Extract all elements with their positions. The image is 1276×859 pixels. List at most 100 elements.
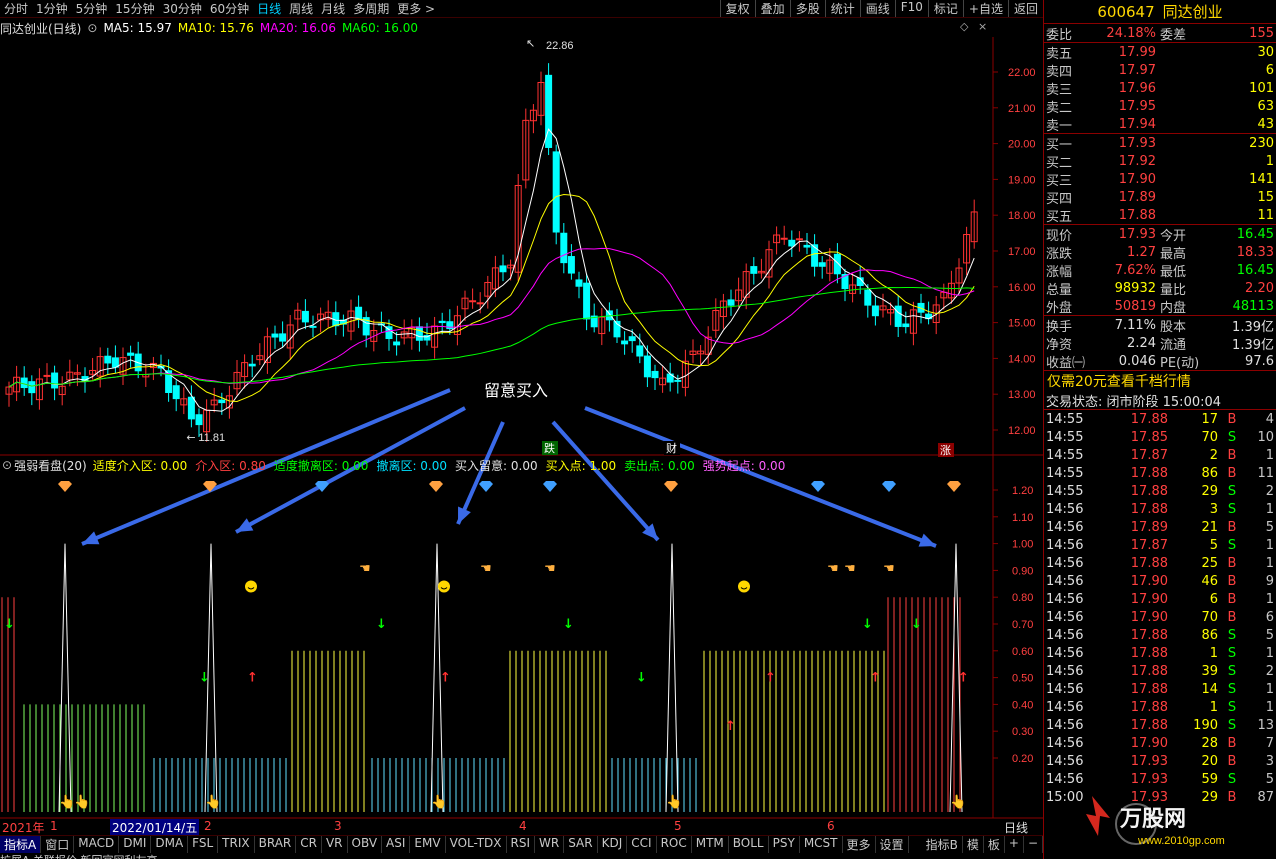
candle <box>514 173 522 282</box>
candle-body <box>803 244 811 248</box>
tick-direction: B <box>1227 573 1237 589</box>
diamond-icon <box>429 481 443 484</box>
indicator-tab[interactable]: 指标A <box>0 835 42 853</box>
indicator-tab[interactable]: CR <box>296 835 322 853</box>
tick-count: 10 <box>1257 429 1274 445</box>
candle <box>742 263 750 310</box>
tick-direction: S <box>1227 501 1237 517</box>
indicator-tab-button[interactable]: + <box>1005 835 1024 853</box>
candle <box>28 375 36 406</box>
candle-body <box>727 299 735 306</box>
tick-price: 17.88 <box>1130 411 1168 427</box>
kline-chart[interactable]: 22.0021.0020.0019.0018.0017.0016.0015.00… <box>0 0 1043 835</box>
candle-body <box>583 282 591 320</box>
indicator-tab-button[interactable]: 模 <box>963 835 984 853</box>
bid-volume: 15 <box>1257 189 1274 205</box>
tick-direction: S <box>1227 627 1237 643</box>
stats2-list: 换手 7.11% 股本 1.39亿 净资 2.24 流通 1.39亿 收益㈠ 0.046 PE(动)… <box>1044 316 1276 371</box>
indicator-tab[interactable]: FSL <box>188 835 219 853</box>
candle-body <box>575 279 583 287</box>
indicator-tab[interactable]: ROC <box>657 835 692 853</box>
indicator-tab[interactable]: VR <box>322 835 348 853</box>
candle <box>484 275 492 309</box>
indicator-tab-button[interactable]: 板 <box>984 835 1005 853</box>
tick-row: 14:56 17.87 5 S 1 <box>1044 536 1276 554</box>
upgrade-note[interactable]: 仅需20元查看千档行情 <box>1044 371 1276 391</box>
ask-price: 17.97 <box>1118 62 1156 78</box>
indicator-axis-label: 0.20 <box>1012 753 1033 765</box>
candle <box>560 223 568 274</box>
indicator-tab[interactable]: DMA <box>151 835 189 853</box>
indicator-tab[interactable]: MCST <box>800 835 843 853</box>
indicator-tab[interactable]: EMV <box>410 835 446 853</box>
quote-header: 600647 同达创业 <box>1044 0 1276 24</box>
tick-time: 14:56 <box>1046 609 1084 625</box>
tick-direction: S <box>1227 483 1237 499</box>
candle <box>750 257 758 285</box>
tick-count: 13 <box>1257 717 1274 733</box>
candle <box>788 230 796 257</box>
indicator-tab-button[interactable]: − <box>1024 835 1043 853</box>
tick-count: 7 <box>1265 735 1274 751</box>
stat-label: 净资 <box>1046 337 1073 353</box>
bid-label: 买一 <box>1046 137 1073 153</box>
candle <box>165 359 173 402</box>
candle-body <box>628 336 636 342</box>
hand-icon: 👆 <box>431 794 447 810</box>
indicator-tab[interactable]: VOL-TDX <box>446 835 507 853</box>
tick-count: 5 <box>1265 627 1274 643</box>
tick-count: 1 <box>1265 447 1274 463</box>
low-label: 11.81 <box>198 432 225 444</box>
diamond-icon <box>811 484 825 492</box>
price-axis-label: 21.00 <box>1008 103 1036 115</box>
period-label: 日线 <box>1004 821 1029 835</box>
candle <box>20 366 28 396</box>
indicator-tab[interactable]: TRIX <box>218 835 255 853</box>
indicator-tab[interactable]: RSI <box>507 835 536 853</box>
indicator-tab[interactable]: 设置 <box>876 835 909 853</box>
price-axis-label: 20.00 <box>1008 139 1036 151</box>
diamond-icon <box>947 481 961 484</box>
indicator-tab[interactable]: SAR <box>564 835 598 853</box>
up-arrow-icon: ↑ <box>958 671 969 686</box>
indicator-tab[interactable]: KDJ <box>598 835 628 853</box>
tick-volume: 1 <box>1209 645 1218 661</box>
stat-label: 股本 <box>1160 319 1187 335</box>
tick-volume: 70 <box>1201 429 1218 445</box>
stat-row: 净资 2.24 流通 1.39亿 <box>1044 334 1276 353</box>
indicator-tab[interactable]: 更多 <box>843 835 876 853</box>
stat-value: 16.45 <box>1236 262 1274 278</box>
stat-label: 今开 <box>1160 228 1187 244</box>
indicator-tab[interactable]: PSY <box>769 835 800 853</box>
indicator-tab[interactable]: BOLL <box>729 835 769 853</box>
up-arrow-icon: ↑ <box>870 671 881 686</box>
indicator-tab[interactable]: DMI <box>119 835 152 853</box>
tick-volume: 20 <box>1201 753 1218 769</box>
tick-volume: 39 <box>1201 663 1218 679</box>
indicator-tab[interactable]: CCI <box>627 835 657 853</box>
settings-circle-icon[interactable]: ⊙ <box>2 458 12 472</box>
tick-direction: B <box>1227 591 1237 607</box>
indicator-tab[interactable]: 窗口 <box>41 835 75 853</box>
indicator-tab[interactable]: ASI <box>382 835 411 853</box>
price-axis-label: 15.00 <box>1008 318 1036 330</box>
stat-value: 50819 <box>1114 298 1156 314</box>
indicator-tab[interactable]: OBV <box>348 835 383 853</box>
candle <box>970 199 978 249</box>
indicator-tab[interactable]: MTM <box>692 835 729 853</box>
candle-body <box>833 253 841 275</box>
candle <box>666 362 674 392</box>
indicator-tab-button[interactable]: 指标B <box>922 835 963 853</box>
tick-time: 14:56 <box>1046 519 1084 535</box>
ask-list: 卖五 17.99 30 卖四 17.97 6 卖三 17.96 101 卖二 17.95 63 卖一 17… <box>1044 43 1276 134</box>
thumb-icon: ☚ <box>827 562 839 577</box>
indicator-tab[interactable]: WR <box>535 835 565 853</box>
tick-time: 14:56 <box>1046 591 1084 607</box>
down-arrow-icon: ↓ <box>862 617 873 632</box>
tick-time: 14:56 <box>1046 627 1084 643</box>
tick-volume: 46 <box>1201 573 1218 589</box>
tick-direction: B <box>1227 735 1237 751</box>
indicator-tab[interactable]: MACD <box>74 835 120 853</box>
indicator-tab[interactable]: BRAR <box>255 835 297 853</box>
candle-body <box>636 345 644 357</box>
